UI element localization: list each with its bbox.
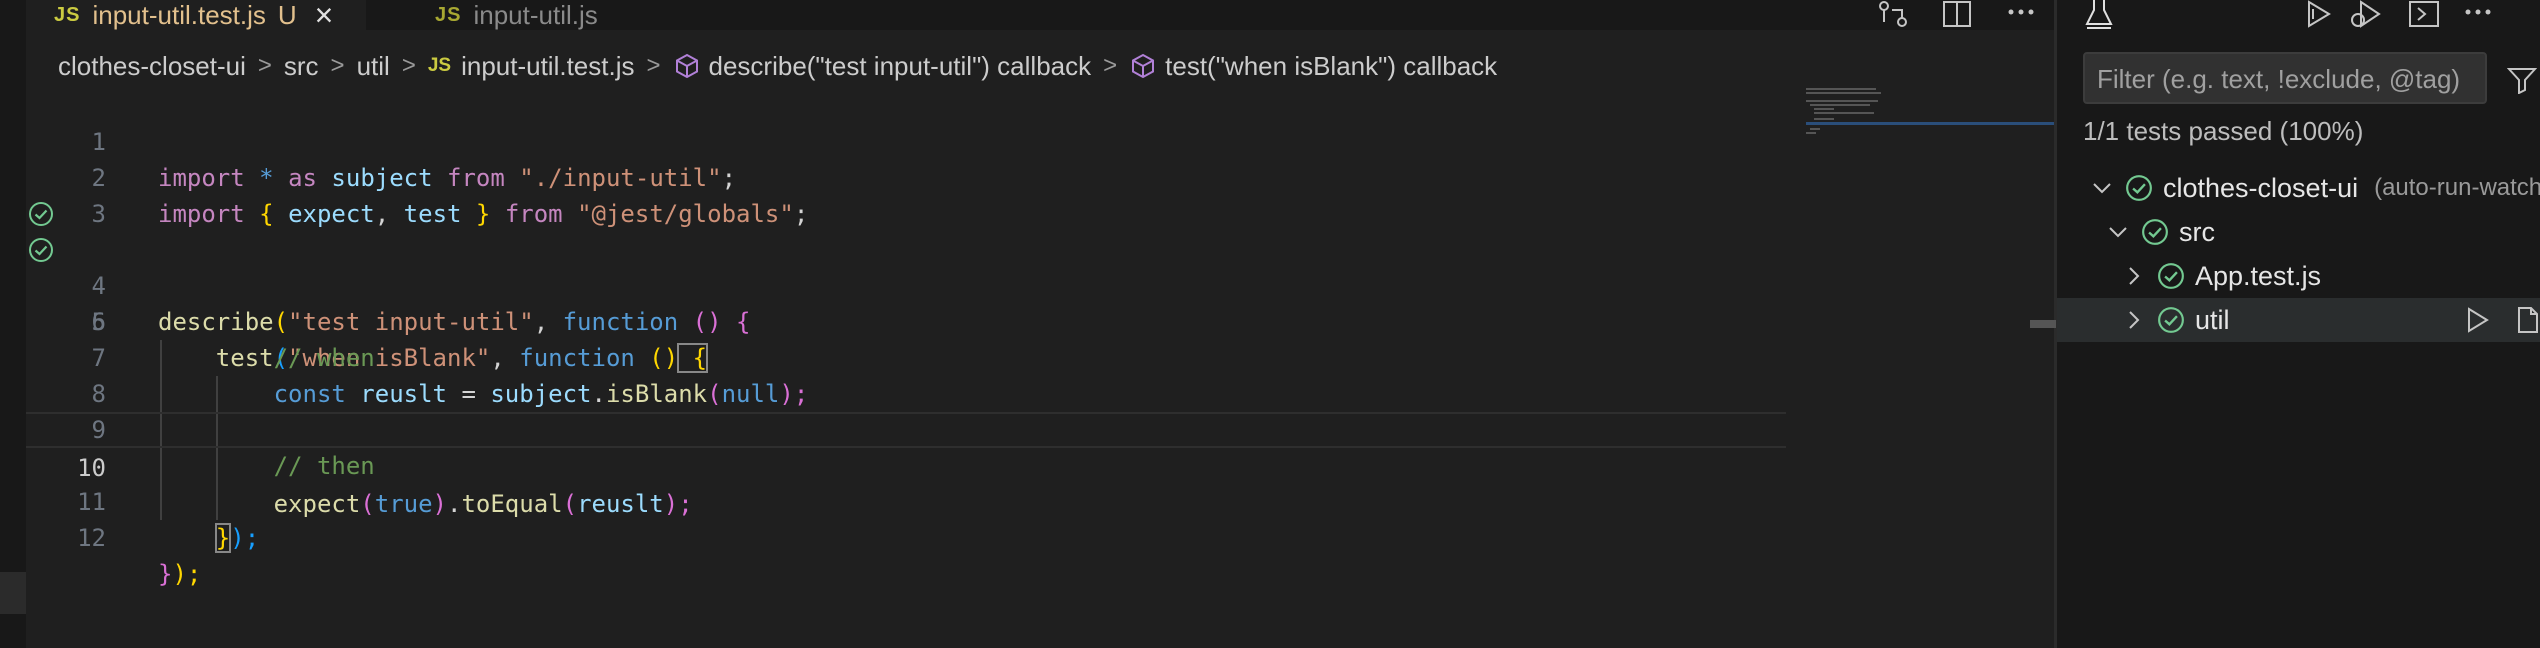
show-output-icon[interactable] <box>2407 0 2441 30</box>
breadcrumb-file[interactable]: input-util.test.js <box>461 51 634 82</box>
code-line[interactable]: 9 // then <box>26 376 1786 480</box>
open-changes-icon[interactable] <box>1876 0 1910 30</box>
beaker-icon[interactable] <box>2083 0 2115 30</box>
tree-item-util[interactable]: util <box>2057 298 2540 342</box>
breadcrumb-symbol-test[interactable]: test("when isBlank") callback <box>1165 51 1497 82</box>
more-actions-icon[interactable] <box>2461 0 2495 30</box>
code-line[interactable]: 3 <box>26 160 1786 228</box>
code-line[interactable]: 12 }); <box>26 484 1786 588</box>
js-file-icon: JS <box>427 55 452 76</box>
tree-item-label: App.test.js <box>2195 260 2322 291</box>
tree-item-description: (auto-run-watch) <box>2374 174 2540 201</box>
editor-group: JS input-util.test.js U × JS input-util.… <box>26 0 2056 648</box>
chevron-right-icon: > <box>257 52 272 79</box>
activity-bar-marker <box>0 572 26 614</box>
chevron-right-icon[interactable] <box>2123 309 2145 331</box>
js-file-icon: JS <box>435 3 462 26</box>
tree-item-label: src <box>2179 216 2215 247</box>
code-line[interactable]: 11 }); <box>26 448 1786 553</box>
chevron-down-icon[interactable] <box>2107 221 2129 243</box>
code-line[interactable]: 8 <box>26 340 1786 408</box>
minimap-line <box>1806 88 1876 90</box>
chevron-right-icon: > <box>330 52 345 79</box>
testing-sidebar: 1/1 tests passed (100%) clothes-closet-u… <box>2056 0 2540 648</box>
go-to-file-icon[interactable] <box>2513 306 2540 334</box>
code-line[interactable]: 1 import * as subject from "./input-util… <box>26 88 1786 192</box>
code-line[interactable]: 5 test("when isBlank", function () { <box>26 232 1786 373</box>
tree-item-clothes-closet-ui[interactable]: clothes-closet-ui (auto-run-watch) <box>2057 166 2540 210</box>
tab-title: input-util.js <box>473 0 598 30</box>
tab-input-util-test[interactable]: JS input-util.test.js U × <box>26 0 366 31</box>
breadcrumb-symbol-describe[interactable]: describe("test input-util") callback <box>709 51 1092 82</box>
minimap-line <box>1810 128 1820 130</box>
js-file-icon: JS <box>54 3 81 26</box>
more-actions-icon[interactable] <box>2004 0 2038 30</box>
test-passed-icon <box>2158 307 2184 333</box>
minimap-current-line <box>1806 122 2056 125</box>
method-cube-icon <box>675 53 698 79</box>
code-line-current[interactable]: 10 expect(true).toEqual(reuslt); <box>26 412 1786 518</box>
modified-badge: U <box>277 0 297 30</box>
test-passed-icon <box>2158 263 2184 289</box>
minimap-line <box>1806 132 1816 134</box>
run-test-icon[interactable] <box>2463 306 2491 334</box>
method-cube-icon <box>1132 53 1155 79</box>
tab-title: input-util.test.js <box>92 0 266 30</box>
close-icon[interactable]: × <box>315 0 334 31</box>
run-all-tests-icon[interactable] <box>2303 0 2337 30</box>
tab-bar: JS input-util.test.js U × JS input-util.… <box>26 0 2056 31</box>
test-passed-icon <box>2126 175 2152 201</box>
chevron-right-icon: > <box>401 52 416 79</box>
line-number: 12 <box>77 524 106 552</box>
test-passed-icon <box>2142 219 2168 245</box>
filter-box[interactable] <box>2083 52 2487 104</box>
minimap-line <box>1814 118 1834 120</box>
breadcrumb: clothes-closet-ui > src > util > JS inpu… <box>58 48 1497 84</box>
debug-all-tests-icon[interactable] <box>2349 0 2383 30</box>
breadcrumb-folder-src[interactable]: src <box>284 51 319 82</box>
chevron-right-icon: > <box>1103 52 1118 79</box>
test-passed-icon[interactable] <box>28 201 54 227</box>
tree-item-app-test[interactable]: App.test.js <box>2057 254 2540 298</box>
token: ); <box>172 560 202 588</box>
activity-bar <box>0 0 26 648</box>
token: } <box>158 560 173 588</box>
minimap-line <box>1814 112 1874 114</box>
chevron-right-icon[interactable] <box>2123 265 2145 287</box>
code-line[interactable]: 2 import { expect, test } from "@jest/gl… <box>26 124 1786 228</box>
code-line[interactable]: 4 describe("test input-util", function (… <box>26 196 1786 336</box>
minimap-line <box>1806 100 1878 102</box>
code-line[interactable]: 6 // when <box>26 268 1786 372</box>
chevron-right-icon: > <box>646 52 661 79</box>
tree-item-src[interactable]: src <box>2057 210 2540 254</box>
breadcrumb-project[interactable]: clothes-closet-ui <box>58 51 246 82</box>
test-passed-icon[interactable] <box>28 237 54 263</box>
breadcrumb-folder-util[interactable]: util <box>357 51 390 82</box>
filter-icon[interactable] <box>2507 66 2537 94</box>
code-line[interactable]: 7 const reuslt = subject.isBlank(null); <box>26 304 1786 408</box>
test-summary: 1/1 tests passed (100%) <box>2083 116 2364 146</box>
vertical-scrollbar-thumb[interactable] <box>2030 320 2056 328</box>
tree-item-label: clothes-closet-ui <box>2163 172 2359 203</box>
editor-actions <box>1876 0 2038 30</box>
minimap-line <box>1814 108 1834 110</box>
chevron-down-icon[interactable] <box>2091 177 2113 199</box>
minimap[interactable] <box>1791 78 2056 638</box>
split-editor-icon[interactable] <box>1940 0 1974 30</box>
test-filter-input[interactable] <box>2095 54 2479 104</box>
token: } <box>214 523 232 553</box>
minimap-line <box>1810 104 1870 106</box>
tree-item-actions <box>2463 306 2540 334</box>
tab-input-util[interactable]: JS input-util.js <box>371 0 656 30</box>
token: ); <box>230 524 260 552</box>
testing-header <box>2057 0 2540 30</box>
minimap-line <box>1806 92 1881 94</box>
tree-item-label: util <box>2195 304 2230 335</box>
